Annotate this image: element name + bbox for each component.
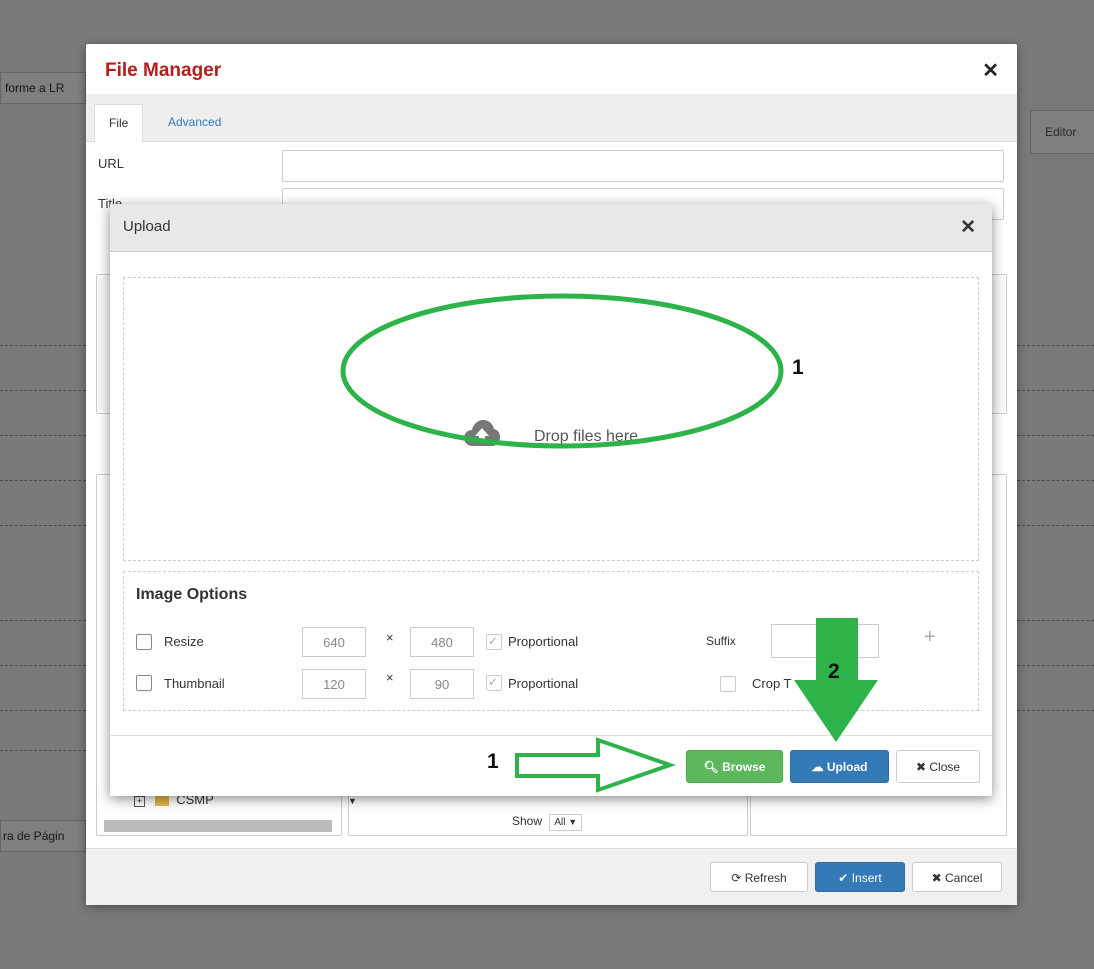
file-manager-title: File Manager	[105, 60, 222, 81]
upload-close-icon[interactable]: ✕	[960, 216, 976, 239]
checkmark-icon: ✓	[488, 675, 499, 689]
file-manager-close-icon[interactable]: ✕	[982, 58, 999, 83]
close-label: Close	[929, 760, 961, 774]
tab-advanced[interactable]: Advanced	[154, 104, 235, 141]
upload-title: Upload	[123, 218, 171, 235]
refresh-icon: ⟳	[731, 871, 742, 885]
thumbnail-checkbox[interactable]	[136, 675, 152, 691]
thumbnail-proportional-label: Proportional	[508, 676, 579, 691]
url-label: URL	[98, 156, 125, 171]
cancel-button[interactable]: ✖ Cancel	[912, 862, 1002, 892]
tree-scrollbar[interactable]	[104, 820, 332, 832]
thumbnail-height-input[interactable]: 90	[410, 669, 474, 699]
image-options-title: Image Options	[136, 586, 248, 603]
close-button[interactable]: ✖ Close	[896, 750, 980, 783]
file-manager-footer: ⟳ Refresh ✔ Insert ✖ Cancel	[86, 848, 1017, 905]
annotation-label-1: 1	[792, 356, 804, 379]
show-selector: Show All ▼	[512, 814, 583, 831]
thumbnail-width-input[interactable]: 120	[302, 669, 366, 699]
resize-checkbox[interactable]	[136, 634, 152, 650]
drop-files-text: Drop files here	[534, 428, 639, 445]
cancel-label: Cancel	[945, 871, 983, 885]
suffix-label: Suffix	[706, 634, 736, 648]
check-icon: ✔	[838, 871, 849, 885]
refresh-label: Refresh	[744, 871, 787, 885]
insert-button[interactable]: ✔ Insert	[815, 862, 905, 892]
show-value: All	[554, 817, 566, 828]
times-symbol: ×	[386, 670, 394, 685]
insert-label: Insert	[851, 871, 882, 885]
annotation-label-2: 2	[828, 660, 840, 683]
search-icon: 🔍︎	[703, 760, 719, 774]
resize-width-input[interactable]: 640	[302, 627, 366, 657]
times-symbol: ×	[386, 630, 394, 645]
resize-label: Resize	[164, 634, 204, 649]
thumbnail-proportional-checkbox[interactable]: ✓	[486, 675, 502, 691]
upload-header: Upload ✕	[110, 204, 992, 252]
refresh-button[interactable]: ⟳ Refresh	[710, 862, 808, 892]
x-icon: ✖	[915, 760, 927, 774]
annotation-label-1: 1	[487, 750, 499, 773]
show-select[interactable]: All ▼	[549, 814, 583, 831]
add-icon[interactable]: +	[924, 626, 936, 649]
resize-proportional-label: Proportional	[508, 634, 579, 649]
cloud-upload-icon	[464, 420, 500, 446]
crop-checkbox[interactable]	[720, 676, 736, 692]
cloud-upload-icon: ☁	[811, 760, 824, 774]
tab-file[interactable]: File	[94, 104, 144, 142]
drop-zone[interactable]: Drop files here	[123, 277, 979, 561]
browse-button[interactable]: 🔍︎ Browse	[686, 750, 783, 783]
suffix-input[interactable]	[771, 624, 879, 658]
image-options: Image Options Resize 640 × 480 ✓ Proport…	[123, 571, 979, 711]
expand-icon[interactable]: +	[134, 796, 145, 807]
resize-proportional-checkbox[interactable]: ✓	[486, 634, 502, 650]
folder-icon	[154, 795, 169, 806]
file-manager-tabs: File Advanced	[86, 94, 1017, 142]
url-input[interactable]	[282, 150, 1004, 182]
x-icon: ✖	[931, 871, 942, 885]
thumbnail-label: Thumbnail	[164, 676, 225, 691]
upload-dialog: Upload ✕ Drop files here Image Options R…	[110, 204, 992, 796]
checkmark-icon: ✓	[488, 634, 499, 648]
upload-label: Upload	[826, 760, 868, 774]
resize-height-input[interactable]: 480	[410, 627, 474, 657]
chevron-down-icon: ▼	[568, 817, 578, 827]
upload-footer: 🔍︎ Browse ☁ Upload ✖ Close	[110, 735, 992, 796]
scroll-down-icon[interactable]: ▼	[348, 796, 357, 806]
show-label: Show	[512, 814, 543, 828]
crop-label: Crop T	[752, 676, 792, 691]
upload-button[interactable]: ☁ Upload	[790, 750, 889, 783]
browse-label: Browse	[722, 760, 766, 774]
